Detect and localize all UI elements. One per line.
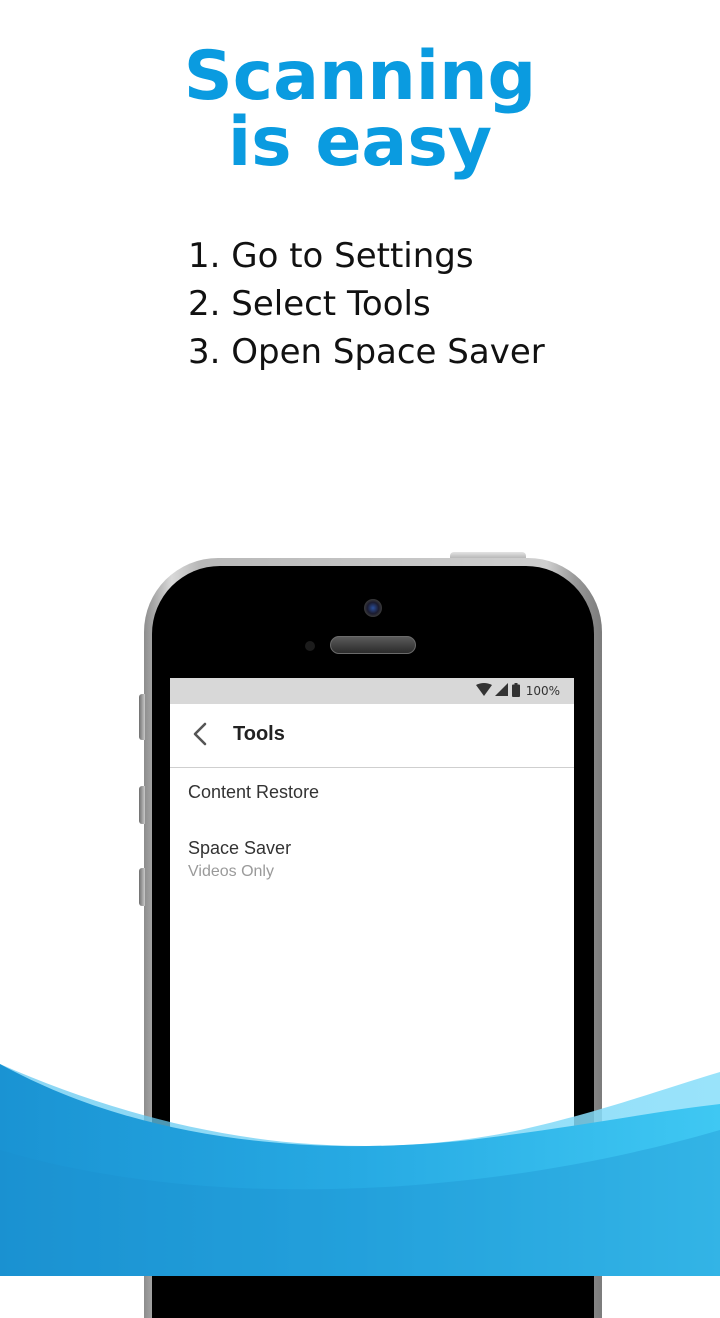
step-3: 3. Open Space Saver xyxy=(188,332,545,372)
phone-sensor xyxy=(305,641,315,651)
list-item-space-saver[interactable]: Space Saver Videos Only xyxy=(188,838,291,881)
chevron-left-icon xyxy=(192,722,208,750)
phone-volume-up-button xyxy=(139,786,145,824)
headline: Scanning is easy xyxy=(0,37,720,182)
step-1: 1. Go to Settings xyxy=(188,236,474,276)
signal-icon xyxy=(494,682,509,701)
battery-icon xyxy=(511,682,520,701)
list-item-label: Space Saver xyxy=(188,838,292,858)
phone-camera xyxy=(364,599,382,617)
wifi-icon xyxy=(475,682,492,701)
battery-percentage: 100% xyxy=(525,684,560,698)
list-item-subtitle: Videos Only xyxy=(188,863,274,880)
phone-screen: 100% Tools Content Restore Space Saver V… xyxy=(170,678,574,1276)
app-bar: Tools xyxy=(170,704,574,768)
status-icons: 100% xyxy=(475,682,560,701)
headline-line-1: Scanning xyxy=(183,37,537,116)
phone-mute-switch xyxy=(139,694,145,740)
back-button[interactable] xyxy=(186,722,214,750)
status-bar: 100% xyxy=(170,678,574,704)
phone-volume-down-button xyxy=(139,868,145,906)
list-item-label: Content Restore xyxy=(188,782,320,802)
steps-list: 1. Go to Settings 2. Select Tools 3. Ope… xyxy=(188,232,545,376)
app-bar-title: Tools xyxy=(233,723,285,745)
headline-line-2: is easy xyxy=(227,103,493,182)
phone-speaker xyxy=(330,636,416,654)
step-2: 2. Select Tools xyxy=(188,284,431,324)
list-item-content-restore[interactable]: Content Restore xyxy=(188,782,319,803)
